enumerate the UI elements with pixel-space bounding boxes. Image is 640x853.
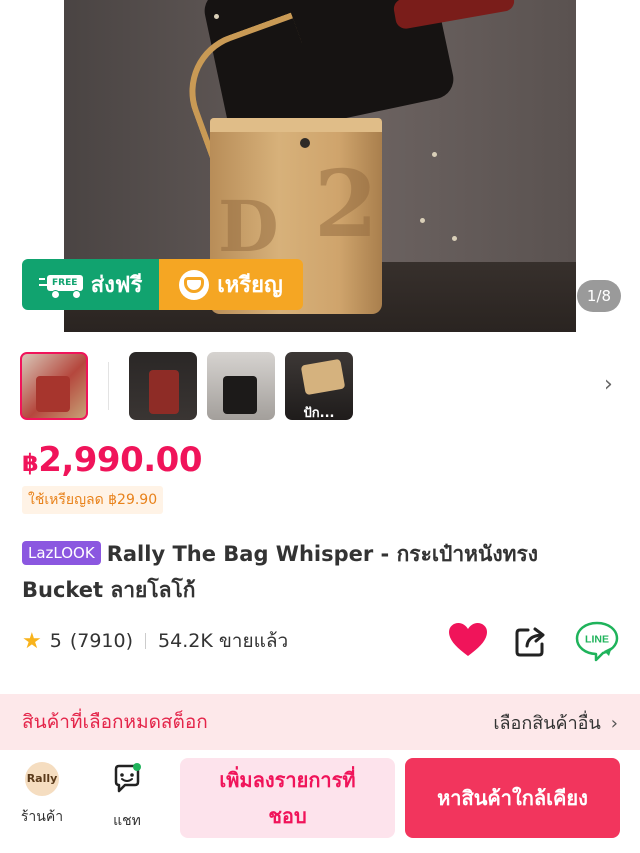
share-icon[interactable] — [514, 624, 548, 658]
thumb-overlay-text: ปัก... — [303, 406, 335, 420]
photo-red-bag — [392, 0, 516, 31]
line-label: LINE — [585, 634, 609, 646]
product-title: LazLOOK Rally The Bag Whisper - กระเป๋าหน… — [22, 536, 622, 608]
thumb-bag-shape — [36, 376, 70, 412]
speed-line — [38, 283, 47, 286]
speed-line — [38, 277, 45, 280]
free-badge-text: FREE — [46, 274, 83, 291]
choose-other-link[interactable]: เลือกสินค้าอื่น › — [493, 708, 618, 737]
thumbnail-strip: ปัก... › — [0, 346, 640, 426]
truck-wheel — [50, 289, 60, 299]
product-image-carousel[interactable]: D 2 FREE ส่งฟรี เหรียญ 1/8 — [0, 0, 640, 332]
promo-badges: FREE ส่งฟรี เหรียญ — [22, 259, 303, 310]
store-label: ร้านค้า — [20, 809, 64, 825]
chevron-right-icon: › — [610, 712, 618, 734]
store-avatar: Rally — [25, 762, 59, 796]
rating-divider — [145, 633, 147, 649]
thumb-bag-shape — [149, 370, 179, 414]
store-button[interactable]: Rally ร้านค้า — [12, 762, 72, 828]
coin-discount-note: ใช้เหรียญลด ฿29.90 — [22, 486, 164, 514]
review-count: (7910) — [69, 630, 134, 652]
heart-icon[interactable] — [448, 622, 488, 658]
coin-badge: เหรียญ — [159, 259, 303, 310]
find-similar-button[interactable]: หาสินค้าใกล้เคียง — [405, 758, 620, 838]
sold-count: 54.2K ขายแล้ว — [158, 630, 289, 652]
out-of-stock-banner: สินค้าที่เลือกหมดสต็อก เลือกสินค้าอื่น › — [0, 694, 640, 750]
photo-emboss: D — [218, 185, 279, 268]
photo-wall-pin — [420, 218, 425, 223]
thumbnail-4[interactable]: ปัก... — [285, 352, 353, 420]
add-to-wishlist-button[interactable]: เพิ่มลงรายการที่ชอบ — [180, 758, 395, 838]
image-counter: 1/8 — [577, 280, 621, 312]
out-of-stock-message: สินค้าที่เลือกหมดสต็อก — [22, 711, 208, 733]
chat-label: แชท — [113, 813, 141, 829]
star-icon: ★ — [22, 628, 42, 654]
thumb-bag-shape — [300, 358, 346, 396]
currency-symbol: ฿ — [22, 449, 39, 477]
line-share-icon[interactable]: LINE — [574, 620, 620, 662]
free-shipping-label: ส่งฟรี — [90, 273, 143, 298]
rating-row[interactable]: ★ 5 (7910) 54.2K ขายแล้ว — [22, 626, 288, 656]
thumbnail-1[interactable] — [20, 352, 88, 420]
find-similar-label: หาสินค้าใกล้เคียง — [437, 786, 588, 810]
choose-other-label: เลือกสินค้าอื่น — [493, 712, 601, 734]
truck-wheel — [71, 289, 81, 299]
coin-icon — [179, 269, 210, 300]
bottom-action-bar: Rally ร้านค้า แชท เพิ่มลงรายการที่ชอบ หา… — [0, 750, 640, 853]
photo-bag-stud — [300, 138, 310, 148]
coin-label: เหรียญ — [217, 273, 283, 298]
chat-icon — [114, 763, 141, 793]
chevron-right-icon[interactable]: › — [604, 372, 613, 397]
add-to-wishlist-label: เพิ่มลงรายการที่ชอบ — [219, 768, 356, 828]
rating-value: 5 — [49, 630, 62, 652]
thumb-bag-shape — [223, 376, 257, 414]
lazlook-badge: LazLOOK — [22, 541, 101, 565]
thumbnail-divider — [108, 362, 109, 410]
chat-button[interactable]: แชท — [97, 762, 157, 832]
thumbnail-2[interactable] — [129, 352, 197, 420]
photo-emboss: 2 — [314, 150, 379, 258]
price-value: 2,990.00 — [38, 440, 202, 480]
photo-bag-rim — [210, 118, 382, 132]
product-price: ฿2,990.00 — [22, 440, 202, 480]
photo-wall-pin — [432, 152, 437, 157]
photo-wall-pin — [214, 14, 219, 19]
delivery-truck-icon: FREE — [38, 272, 85, 299]
thumbnail-3[interactable] — [207, 352, 275, 420]
free-shipping-badge: FREE ส่งฟรี — [22, 259, 159, 310]
photo-wall-pin — [452, 236, 457, 241]
